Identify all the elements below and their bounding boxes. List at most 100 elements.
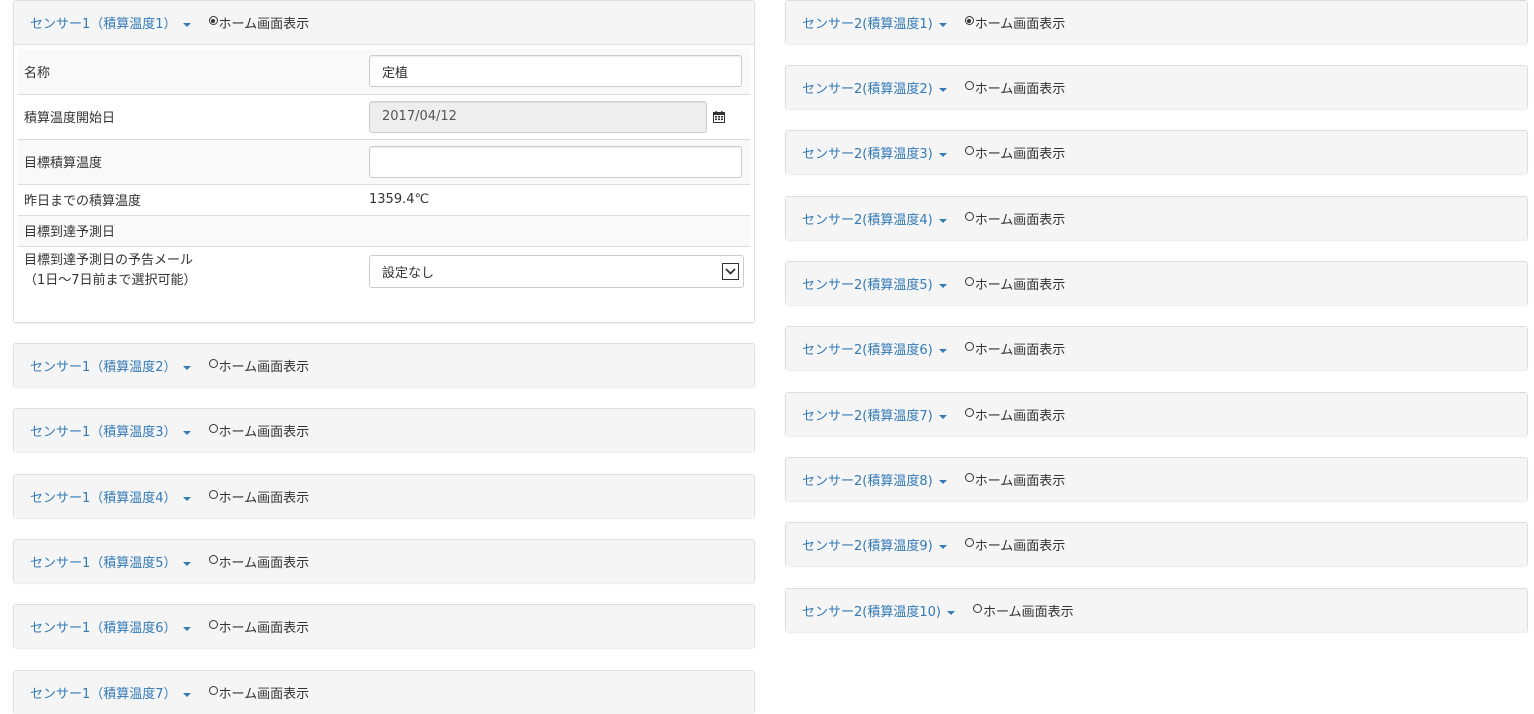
chevron-down-icon[interactable]	[722, 262, 739, 280]
panel-title-toggle[interactable]: センサー1（積算温度4）	[30, 487, 191, 506]
caret-down-icon	[938, 22, 947, 27]
start-date-label: 積算温度開始日	[18, 93, 363, 139]
sensor2-panel-5: センサー2(積算温度5) ホーム画面表示	[785, 261, 1528, 305]
radio-label: ホーム画面表示	[218, 491, 310, 506]
sensor2-panel-10: センサー2(積算温度10) ホーム画面表示	[785, 588, 1528, 632]
sensor1-panel-5: センサー1（積算温度5） ホーム画面表示	[13, 539, 755, 583]
radio-label: ホーム画面表示	[974, 82, 1066, 97]
radio-label: ホーム画面表示	[974, 409, 1066, 424]
panel-title-toggle[interactable]: センサー1（積算温度6）	[30, 617, 191, 636]
home-display-radio[interactable]: ホーム画面表示	[208, 617, 309, 636]
panel-title-toggle[interactable]: センサー2(積算温度9)	[802, 535, 947, 554]
sensor2-panel-6: センサー2(積算温度6) ホーム画面表示	[785, 326, 1528, 370]
settings-table: 名称 定植 積算温度開始日 2017/04/12 目標積算温度 昨日までの積算温…	[18, 49, 750, 296]
panel-body: 名称 定植 積算温度開始日 2017/04/12 目標積算温度 昨日までの積算温…	[14, 44, 754, 322]
radio-unchecked-icon[interactable]	[964, 473, 974, 482]
home-display-radio[interactable]: ホーム画面表示	[964, 274, 1066, 293]
radio-checked-icon[interactable]	[964, 16, 974, 25]
home-display-radio[interactable]: ホーム画面表示	[964, 339, 1066, 358]
table-row: 名称 定植	[18, 49, 750, 94]
radio-label: ホーム画面表示	[218, 360, 310, 375]
radio-unchecked-icon[interactable]	[964, 146, 974, 155]
panel-heading: センサー2(積算温度9) ホーム画面表示	[786, 523, 1527, 566]
panel-heading: センサー2(積算温度5) ホーム画面表示	[786, 262, 1527, 305]
table-row: 目標到達予測日	[18, 214, 750, 246]
sensor2-panel-9: センサー2(積算温度9) ホーム画面表示	[785, 522, 1528, 566]
radio-unchecked-icon[interactable]	[208, 424, 218, 433]
home-display-radio[interactable]: ホーム画面表示	[964, 209, 1065, 228]
accum-temp-label: 昨日までの積算温度	[18, 183, 363, 215]
radio-unchecked-icon[interactable]	[964, 538, 974, 547]
panel-title-toggle[interactable]: センサー1（積算温度7）	[30, 683, 191, 702]
radio-unchecked-icon[interactable]	[208, 620, 218, 629]
home-display-radio[interactable]: ホーム画面表示	[208, 683, 309, 702]
sensor2-panel-2: センサー2(積算温度2) ホーム画面表示	[785, 65, 1528, 109]
radio-checked-icon[interactable]	[208, 16, 218, 25]
panel-title-toggle[interactable]: センサー1（積算温度2）	[30, 356, 191, 375]
panel-title-toggle[interactable]: センサー2(積算温度10)	[802, 601, 955, 620]
caret-down-icon	[938, 348, 947, 353]
home-display-radio[interactable]: ホーム画面表示	[208, 421, 309, 440]
caret-down-icon	[182, 22, 191, 27]
panel-title-toggle[interactable]: センサー2(積算温度3)	[802, 143, 947, 162]
radio-label: ホーム画面表示	[974, 474, 1066, 489]
panel-heading: センサー2(積算温度3) ホーム画面表示	[786, 131, 1527, 174]
home-display-radio[interactable]: ホーム画面表示	[964, 405, 1066, 424]
panel-heading: センサー2(積算温度10) ホーム画面表示	[786, 589, 1527, 632]
home-display-radio[interactable]: ホーム画面表示	[964, 535, 1066, 554]
radio-label: ホーム画面表示	[218, 17, 310, 32]
radio-unchecked-icon[interactable]	[964, 212, 974, 221]
home-display-radio[interactable]: ホーム画面表示	[964, 143, 1065, 162]
home-display-radio[interactable]: ホーム画面表示	[964, 13, 1065, 32]
sensor2-panel-1: センサー2(積算温度1) ホーム画面表示	[785, 0, 1528, 44]
panel-title-toggle[interactable]: センサー2(積算温度8)	[802, 470, 947, 489]
home-display-radio[interactable]: ホーム画面表示	[972, 601, 1074, 620]
radio-unchecked-icon[interactable]	[964, 408, 974, 417]
panel-title-toggle[interactable]: センサー2(積算温度2)	[802, 78, 947, 97]
radio-label: ホーム画面表示	[974, 343, 1066, 358]
radio-unchecked-icon[interactable]	[972, 604, 982, 613]
radio-unchecked-icon[interactable]	[964, 81, 974, 90]
start-date-input: 2017/04/12	[369, 100, 707, 133]
sensor2-panel-7: センサー2(積算温度7) ホーム画面表示	[785, 392, 1528, 436]
target-temp-input[interactable]	[369, 145, 742, 178]
calendar-icon[interactable]	[713, 110, 725, 123]
panel-title-toggle[interactable]: センサー2(積算温度6)	[802, 339, 947, 358]
panel-title-toggle[interactable]: センサー2(積算温度5)	[802, 274, 947, 293]
panel-title-toggle[interactable]: センサー2(積算温度7)	[802, 405, 947, 424]
home-display-radio[interactable]: ホーム画面表示	[208, 487, 310, 506]
panel-title-toggle[interactable]: センサー1（積算温度3）	[30, 421, 191, 440]
home-display-radio[interactable]: ホーム画面表示	[208, 552, 309, 571]
home-display-radio[interactable]: ホーム画面表示	[208, 13, 310, 32]
radio-unchecked-icon[interactable]	[208, 490, 218, 499]
home-display-radio[interactable]: ホーム画面表示	[964, 78, 1066, 97]
radio-unchecked-icon[interactable]	[208, 555, 218, 564]
panel-title-toggle[interactable]: センサー2(積算温度4)	[802, 209, 947, 228]
panel-heading: センサー2(積算温度6) ホーム画面表示	[786, 327, 1527, 370]
mail-select[interactable]: 設定なし	[369, 254, 744, 288]
panel-heading: センサー1（積算温度1） ホーム画面表示	[14, 1, 754, 44]
panel-title-toggle[interactable]: センサー1（積算温度1）	[30, 13, 191, 32]
panel-heading: センサー2(積算温度7) ホーム画面表示	[786, 393, 1527, 436]
radio-label: ホーム画面表示	[974, 278, 1066, 293]
radio-unchecked-icon[interactable]	[964, 277, 974, 286]
name-input[interactable]: 定植	[369, 55, 742, 88]
panel-title-toggle[interactable]: センサー2(積算温度1)	[802, 13, 947, 32]
target-temp-label: 目標積算温度	[18, 138, 363, 184]
panel-title-toggle[interactable]: センサー1（積算温度5）	[30, 552, 191, 571]
radio-unchecked-icon[interactable]	[964, 342, 974, 351]
caret-down-icon	[182, 626, 191, 631]
sensor1-panel-2: センサー1（積算温度2） ホーム画面表示	[13, 343, 755, 387]
radio-unchecked-icon[interactable]	[208, 686, 218, 695]
radio-label: ホーム画面表示	[982, 605, 1074, 620]
reach-date-value	[363, 214, 750, 246]
mail-label-line-2: （1日〜7日前まで選択可能）	[24, 273, 197, 289]
radio-label: ホーム画面表示	[974, 539, 1066, 554]
panel-heading: センサー2(積算温度2) ホーム画面表示	[786, 66, 1527, 109]
mail-label: 目標到達予測日の予告メール （1日〜7日前まで選択可能）	[18, 245, 363, 296]
radio-unchecked-icon[interactable]	[208, 359, 218, 368]
home-display-radio[interactable]: ホーム画面表示	[964, 470, 1066, 489]
home-display-radio[interactable]: ホーム画面表示	[208, 356, 310, 375]
panel-heading: センサー2(積算温度1) ホーム画面表示	[786, 1, 1527, 44]
mail-label-line-1: 目標到達予測日の予告メール	[24, 253, 194, 269]
